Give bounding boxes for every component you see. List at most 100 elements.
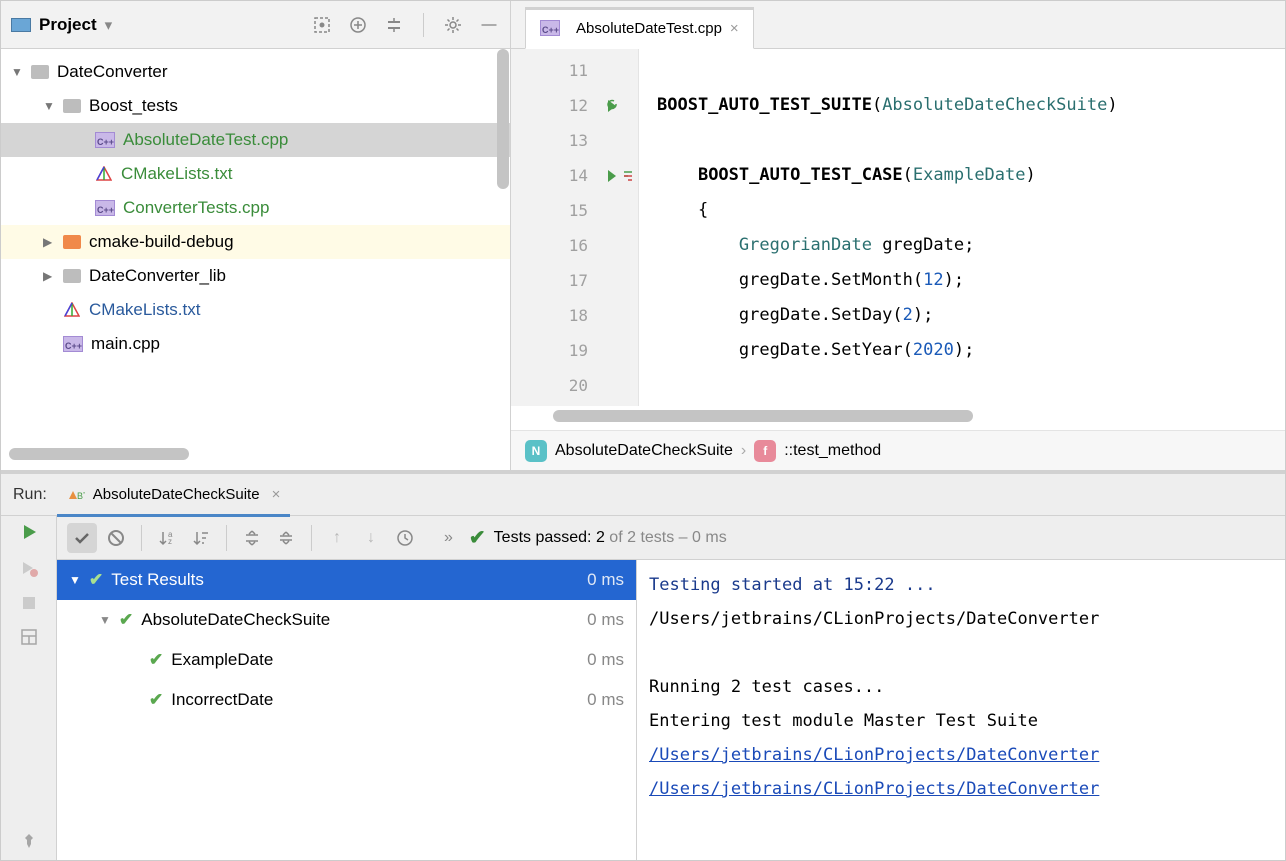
rerun-icon[interactable] [19, 522, 39, 542]
tree-label: ConverterTests.cpp [123, 198, 269, 218]
divider [141, 525, 142, 551]
sort-duration-icon[interactable] [186, 523, 216, 553]
test-label: ExampleDate [171, 650, 273, 670]
tree-node-cmake1[interactable]: CMakeLists.txt [1, 157, 510, 191]
test-history-icon[interactable] [390, 523, 420, 553]
chevron-down-icon[interactable]: ▼ [43, 99, 59, 113]
show-passed-icon[interactable] [67, 523, 97, 553]
tree-node-root[interactable]: ▼DateConverter [1, 55, 510, 89]
code-line: gregDate.SetMonth(12); [657, 263, 1285, 298]
rerun-failed-icon[interactable] [19, 558, 39, 578]
breadcrumb-item[interactable]: ::test_method [784, 442, 881, 460]
check-icon: ✔ [119, 610, 133, 630]
code-line: gregDate.SetDay(2); [657, 298, 1285, 333]
test-row-suite[interactable]: ▼ ✔ AbsoluteDateCheckSuite 0 ms [57, 600, 636, 640]
chevron-down-icon[interactable]: ▾ [105, 16, 113, 34]
test-row-incorrect[interactable]: ✔IncorrectDate0 ms [57, 680, 636, 720]
expand-all-icon[interactable] [347, 14, 369, 36]
editor-gutter[interactable]: 11 12 13 14 15 16 17 18 19 20 21 [511, 49, 639, 406]
breadcrumb: N AbsoluteDateCheckSuite › f ::test_meth… [511, 430, 1285, 470]
test-row-example[interactable]: ✔ExampleDate0 ms [57, 640, 636, 680]
cmake-file-icon [95, 165, 113, 183]
test-label: AbsoluteDateCheckSuite [141, 610, 330, 630]
folder-icon [31, 65, 49, 79]
divider [226, 525, 227, 551]
close-icon[interactable]: × [272, 486, 281, 503]
chevron-right-icon[interactable]: ▶ [43, 269, 59, 283]
scrollbar-thumb[interactable] [9, 448, 189, 460]
line-number: 14 [569, 166, 588, 185]
svg-text:BT: BT [77, 491, 85, 501]
folder-excluded-icon [63, 235, 81, 249]
run-gutter-icon[interactable] [604, 168, 636, 184]
tree-label: Boost_tests [89, 96, 178, 116]
scrollbar-vertical[interactable] [496, 49, 510, 444]
test-output-console[interactable]: Testing started at 15:22 ... /Users/jetb… [637, 560, 1285, 860]
tree-node-main[interactable]: C++main.cpp [1, 327, 510, 361]
run-gutter-icon[interactable] [604, 98, 620, 114]
stop-icon[interactable] [20, 594, 38, 612]
editor-tab-absolute-test[interactable]: C++ AbsoluteDateTest.cpp × [525, 7, 754, 49]
tab-label: AbsoluteDateTest.cpp [576, 20, 722, 37]
test-toolbar: az ↑ ↓ » ✔ Tests passed: 2 of 2 tests – … [57, 516, 1285, 560]
code-line: BOOST_AUTO_TEST_CASE(ExampleDate) [657, 158, 1285, 193]
run-gutter [1, 516, 57, 860]
chevron-down-icon[interactable]: ▼ [99, 613, 115, 627]
chevron-down-icon[interactable]: ▼ [69, 573, 85, 587]
select-open-file-icon[interactable] [311, 14, 333, 36]
tree-node-cmake2[interactable]: CMakeLists.txt [1, 293, 510, 327]
console-link[interactable]: /Users/jetbrains/CLionProjects/DateConve… [649, 745, 1099, 765]
console-link[interactable]: /Users/jetbrains/CLionProjects/DateConve… [649, 779, 1099, 799]
hide-panel-icon[interactable]: — [478, 14, 500, 36]
tree-node-lib[interactable]: ▶DateConverter_lib [1, 259, 510, 293]
line-number: 13 [569, 131, 588, 150]
line-number: 11 [569, 61, 588, 80]
next-test-icon[interactable]: ↓ [356, 523, 386, 553]
chevron-right-icon: › [741, 442, 746, 460]
layout-icon[interactable] [20, 628, 38, 646]
line-number: 16 [569, 236, 588, 255]
sort-icon[interactable]: az [152, 523, 182, 553]
test-label: Test Results [111, 570, 204, 590]
project-tree[interactable]: ▼DateConverter ▼ Boost_tests C++AbsoluteD… [1, 49, 510, 444]
collapse-all-icon[interactable] [271, 523, 301, 553]
project-panel: Project ▾ — ▼DateConverter ▼ Boost_tests … [1, 1, 511, 470]
chevron-down-icon[interactable]: ▼ [11, 65, 27, 79]
collapse-all-icon[interactable] [383, 14, 405, 36]
cpp-file-icon: C++ [95, 200, 115, 216]
tree-node-converter-tests[interactable]: C++ ConverterTests.cpp [1, 191, 510, 225]
breadcrumb-item[interactable]: AbsoluteDateCheckSuite [555, 442, 733, 460]
pin-icon[interactable] [20, 832, 38, 850]
boost-test-icon: BT [67, 485, 85, 503]
chevron-right-icon[interactable]: ▶ [43, 235, 59, 249]
cpp-file-icon: C++ [540, 20, 560, 36]
expand-all-icon[interactable] [237, 523, 267, 553]
tree-node-cmake-build[interactable]: ▶cmake-build-debug [1, 225, 510, 259]
test-row-root[interactable]: ▼✔Test Results0 ms [57, 560, 636, 600]
test-results-tree[interactable]: ▼ ✔ Test Results 0 ms ▼ ✔ AbsoluteDateCheckSu… [57, 560, 637, 860]
run-label: Run: [13, 486, 47, 504]
scrollbar-thumb[interactable] [497, 49, 509, 189]
scrollbar-horizontal[interactable] [525, 410, 1271, 424]
run-config-tab[interactable]: BT AbsoluteDateCheckSuite × [57, 475, 291, 517]
project-title[interactable]: Project [39, 15, 97, 35]
test-time: 0 ms [587, 610, 624, 630]
scrollbar-horizontal[interactable] [9, 448, 502, 464]
code-editor[interactable]: BOOST_AUTO_TEST_SUITE(AbsoluteDateCheckS… [639, 49, 1285, 406]
prev-test-icon[interactable]: ↑ [322, 523, 352, 553]
expand-toolbar-icon[interactable]: » [444, 529, 453, 547]
code-line [657, 123, 1285, 158]
show-ignored-icon[interactable] [101, 523, 131, 553]
scrollbar-thumb[interactable] [553, 410, 973, 422]
line-number: 19 [569, 341, 588, 360]
function-icon: f [754, 440, 776, 462]
tree-node-absolute-test[interactable]: C++AbsoluteDateTest.cpp [1, 123, 510, 157]
line-number: 18 [569, 306, 588, 325]
code-line: GregorianDate gregDate; [657, 228, 1285, 263]
folder-icon [63, 269, 81, 283]
check-icon: ✔ [89, 570, 103, 590]
close-icon[interactable]: × [730, 20, 739, 37]
gear-icon[interactable] [442, 14, 464, 36]
line-number: 20 [569, 376, 588, 395]
tree-node-boost[interactable]: ▼ Boost_tests [1, 89, 510, 123]
